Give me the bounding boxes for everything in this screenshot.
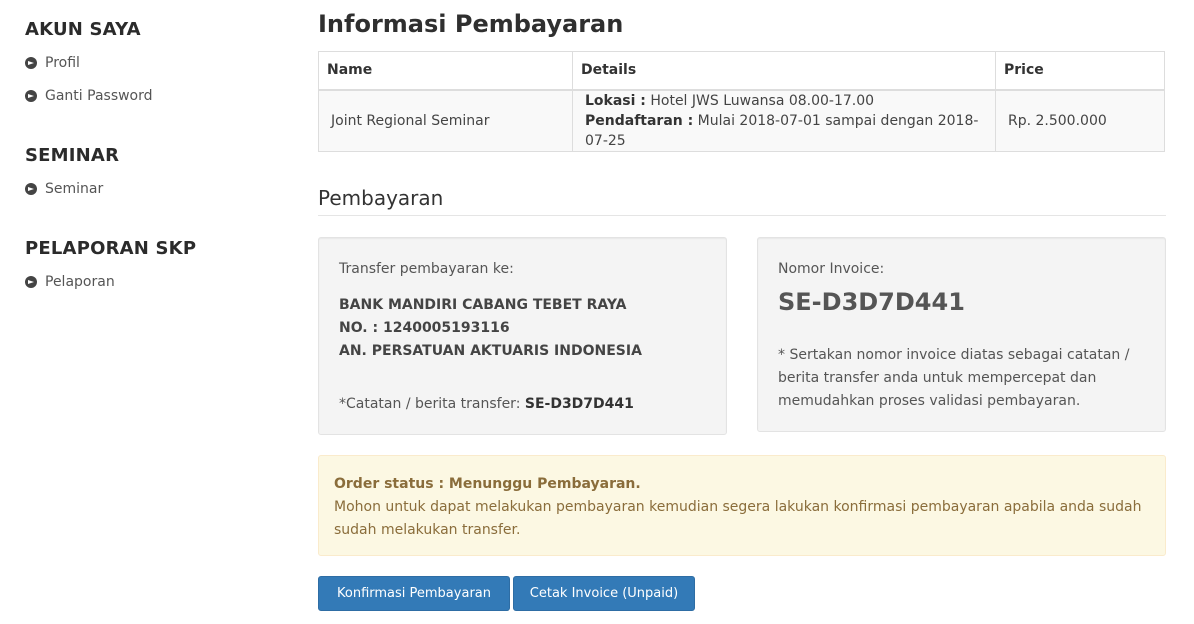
- invoice-label: Nomor Invoice:: [778, 261, 885, 277]
- sidebar-item-pelaporan[interactable]: Pelaporan: [25, 274, 115, 290]
- sidebar-item-profil[interactable]: Profil: [25, 55, 80, 71]
- table-header-row: Name Details Price: [318, 51, 1165, 91]
- sidebar-item-label: Profil: [45, 55, 80, 71]
- sidebar-heading-pelaporan-skp: PELAPORAN SKP: [25, 238, 197, 259]
- transfer-label: Transfer pembayaran ke:: [339, 261, 514, 277]
- confirm-payment-button[interactable]: Konfirmasi Pembayaran: [318, 576, 510, 611]
- order-status-message: Mohon untuk dapat melakukan pembayaran k…: [334, 499, 1142, 538]
- bank-account-holder: AN. PERSATUAN AKTUARIS INDONESIA: [339, 343, 642, 359]
- detail-lokasi: Lokasi : Hotel JWS Luwansa 08.00-17.00: [585, 91, 983, 111]
- bank-name: BANK MANDIRI CABANG TEBET RAYA: [339, 297, 627, 313]
- detail-pendaftaran: Pendaftaran : Mulai 2018-07-01 sampai de…: [585, 111, 983, 151]
- pendaftaran-label: Pendaftaran :: [585, 112, 694, 129]
- invoice-info-panel: Nomor Invoice: SE-D3D7D441 * Sertakan no…: [757, 237, 1166, 432]
- sidebar-item-label: Pelaporan: [45, 274, 115, 290]
- section-title-pembayaran: Pembayaran: [318, 186, 444, 210]
- invoice-number: SE-D3D7D441: [778, 288, 965, 316]
- circle-arrow-right-icon: [25, 57, 37, 69]
- bank-details: BANK MANDIRI CABANG TEBET RAYA NO. : 124…: [339, 294, 642, 363]
- cell-name: Joint Regional Seminar: [318, 89, 573, 152]
- payment-info-table: Name Details Price Joint Regional Semina…: [318, 51, 1165, 152]
- sidebar-item-label: Seminar: [45, 181, 104, 197]
- sidebar-heading-seminar: SEMINAR: [25, 145, 120, 166]
- invoice-note: * Sertakan nomor invoice diatas sebagai …: [778, 347, 1130, 409]
- sidebar-heading-akun-saya: AKUN SAYA: [25, 19, 141, 40]
- sidebar-item-label: Ganti Password: [45, 88, 153, 104]
- circle-arrow-right-icon: [25, 183, 37, 195]
- lokasi-value: Hotel JWS Luwansa 08.00-17.00: [645, 92, 875, 109]
- column-header-price: Price: [995, 51, 1165, 91]
- cell-details: Lokasi : Hotel JWS Luwansa 08.00-17.00 P…: [572, 89, 996, 152]
- lokasi-label: Lokasi :: [585, 92, 646, 109]
- sidebar-item-ganti-password[interactable]: Ganti Password: [25, 88, 153, 104]
- order-status-alert: Order status : Menunggu Pembayaran. Moho…: [318, 455, 1166, 556]
- bank-account-number: NO. : 1240005193116: [339, 320, 510, 336]
- sidebar-item-seminar[interactable]: Seminar: [25, 181, 103, 197]
- section-divider: [318, 215, 1166, 216]
- column-header-name: Name: [318, 51, 573, 91]
- transfer-info-panel: Transfer pembayaran ke: BANK MANDIRI CAB…: [318, 237, 727, 435]
- table-row: Joint Regional Seminar Lokasi : Hotel JW…: [318, 89, 1165, 152]
- circle-arrow-right-icon: [25, 90, 37, 102]
- order-status: Order status : Menunggu Pembayaran.: [334, 476, 641, 492]
- cell-price: Rp. 2.500.000: [995, 89, 1165, 152]
- transfer-note-value: SE-D3D7D441: [524, 396, 634, 412]
- circle-arrow-right-icon: [25, 276, 37, 288]
- print-invoice-button[interactable]: Cetak Invoice (Unpaid): [513, 576, 695, 611]
- column-header-details: Details: [572, 51, 996, 91]
- transfer-note: *Catatan / berita transfer: SE-D3D7D441: [339, 396, 634, 412]
- page-title: Informasi Pembayaran: [318, 10, 624, 38]
- transfer-note-label: *Catatan / berita transfer:: [339, 396, 525, 412]
